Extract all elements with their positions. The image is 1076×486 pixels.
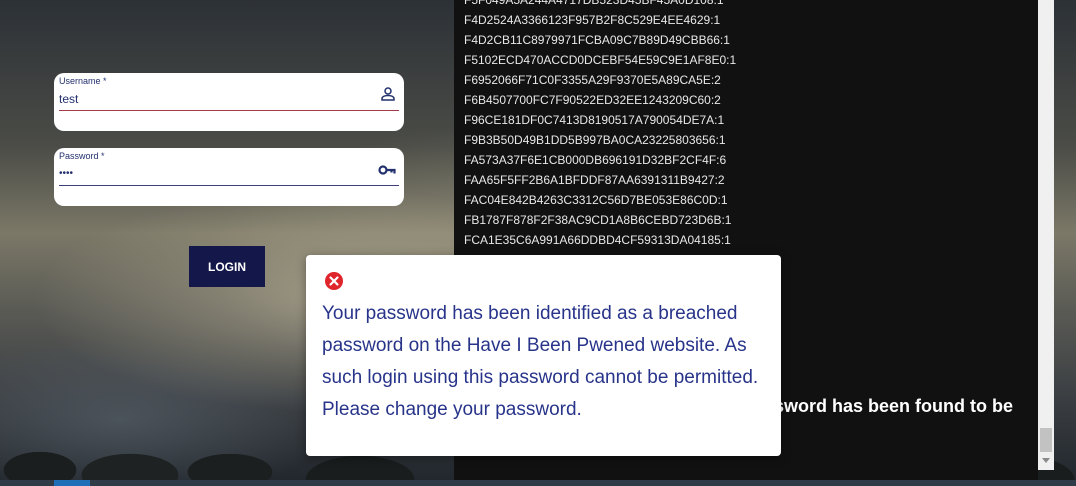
username-label: Username * <box>59 76 107 86</box>
user-icon <box>381 87 395 101</box>
console-line: FA573A37F6E1CB000DB696191D32BF2CF4F:6 <box>464 153 727 167</box>
console-line: F9B3B50D49B1DD5B997BA0CA23225803656:1 <box>464 133 726 147</box>
console-line: FAC04E842B4263C3312C56D7BE053E86C0D:1 <box>464 193 728 207</box>
console-line: F6952066F71C0F3355A29F9370E5A89CA5E:2 <box>464 73 721 87</box>
password-input[interactable]: •••• <box>59 168 73 179</box>
console-line: F5F049A5A244A4717DB523D45BF45A0D108:1 <box>464 0 724 7</box>
username-field[interactable]: Username * test <box>54 73 404 131</box>
console-line: F4D2CB11C8979971FCBA09C7B89D49CBB66:1 <box>464 33 730 47</box>
password-field[interactable]: Password * •••• <box>54 148 404 206</box>
password-underline <box>59 185 399 186</box>
console-scrollbar[interactable] <box>1038 0 1054 470</box>
password-label: Password * <box>59 151 105 161</box>
error-message: Your password has been identified as a b… <box>322 303 759 420</box>
console-line: F5102ECD470ACCD0DCEBF54E59C9E1AF8E0:1 <box>464 53 737 67</box>
scrollbar-thumb[interactable] <box>1040 428 1052 452</box>
error-dialog: Your password has been identified as a b… <box>306 255 781 456</box>
bottom-bar <box>0 480 1076 486</box>
bottom-bar-accent <box>54 480 90 486</box>
console-lines: F5F049A5A244A4717DB523D45BF45A0D108:1 F4D… <box>464 0 736 250</box>
console-line: FCA1E35C6A991A66DDBD4CF59313DA04185:1 <box>464 233 731 247</box>
console-line: FB1787F878F2F38AC9CD1A8B6CEBD723D6B:1 <box>464 213 732 227</box>
console-line: F4D2524A3366123F957B2F8C529E4EE4629:1 <box>464 13 721 27</box>
username-underline <box>59 110 399 111</box>
scroll-down-icon[interactable] <box>1042 458 1050 463</box>
error-icon <box>325 272 343 290</box>
console-line: F96CE181DF0C7413D8190517A790054DE7A:1 <box>464 113 725 127</box>
login-button[interactable]: LOGIN <box>189 246 265 287</box>
username-input[interactable]: test <box>59 92 78 106</box>
console-line: FAA65F5FF2B6A1BFDDF87AA6391311B9427:2 <box>464 173 725 187</box>
partial-message-text: sword has been found to be <box>774 396 1014 416</box>
key-icon <box>378 165 396 175</box>
console-line: F6B4507700FC7F90522ED32EE1243209C60:2 <box>464 93 721 107</box>
